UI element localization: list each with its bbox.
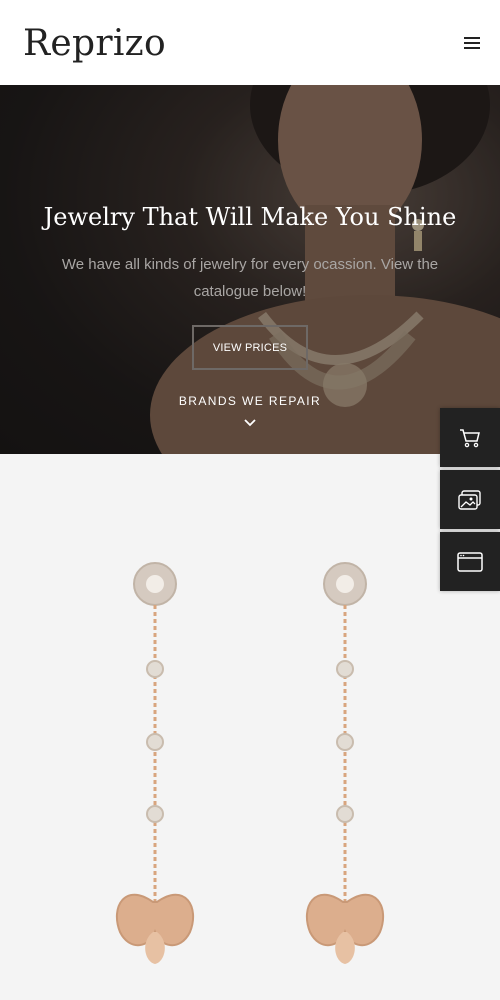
hero-subtitle: We have all kinds of jewelry for every o… bbox=[61, 256, 439, 300]
hamburger-menu-button[interactable] bbox=[462, 34, 484, 52]
earring-image-right bbox=[305, 562, 385, 964]
gallery-icon bbox=[458, 489, 481, 510]
site-logo[interactable]: Reprizo bbox=[23, 22, 166, 66]
earring-image-left bbox=[115, 562, 195, 964]
floating-action-bar bbox=[440, 408, 500, 594]
browser-window-icon bbox=[457, 551, 483, 572]
view-prices-button[interactable]: VIEW PRICES bbox=[192, 325, 308, 370]
cart-icon bbox=[460, 428, 480, 447]
hamburger-icon-bar bbox=[464, 47, 480, 49]
product-image-section bbox=[0, 454, 500, 1000]
hero-banner: Jewelry That Will Make You Shine We have… bbox=[0, 85, 500, 454]
site-header: Reprizo bbox=[0, 0, 500, 85]
cart-button[interactable] bbox=[440, 408, 500, 467]
gallery-button[interactable] bbox=[440, 470, 500, 529]
hamburger-icon bbox=[464, 37, 480, 39]
browser-window-button[interactable] bbox=[440, 532, 500, 591]
hero-title: Jewelry That Will Make You Shine bbox=[43, 203, 457, 231]
hamburger-icon-bar bbox=[464, 42, 480, 44]
chevron-down-icon[interactable] bbox=[244, 418, 256, 428]
brands-we-repair-link[interactable]: BRANDS WE REPAIR bbox=[0, 394, 500, 408]
